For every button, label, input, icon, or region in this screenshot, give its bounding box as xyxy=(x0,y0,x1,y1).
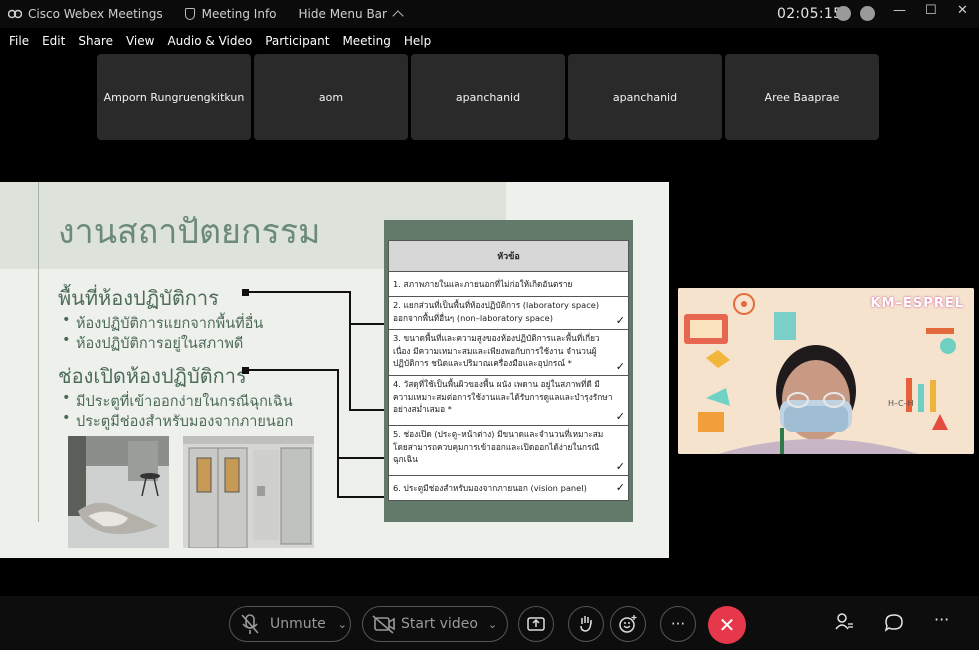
menu-meeting[interactable]: Meeting xyxy=(342,34,390,48)
menu-share[interactable]: Share xyxy=(78,34,113,48)
more-panels-icon[interactable]: ··· xyxy=(934,610,949,629)
menu-bar: File Edit Share View Audio & Video Parti… xyxy=(0,30,435,52)
menu-participant[interactable]: Participant xyxy=(265,34,329,48)
table-cell: 6. ประตูมีช่องสำหรับมองจากภายนอก (vision… xyxy=(393,483,587,493)
check-mark-icon: ✓ xyxy=(615,409,625,423)
meeting-info-label: Meeting Info xyxy=(201,7,277,21)
check-mark-icon: ✓ xyxy=(615,359,625,373)
leave-meeting-button[interactable]: ✕ xyxy=(708,606,746,644)
svg-text:H–C–H: H–C–H xyxy=(888,399,914,408)
table-row: 4. วัสดุที่ใช้เป็นพื้นผิวของพื้น ผนัง เพ… xyxy=(388,376,629,426)
video-overlay-label: KM–ESPREL xyxy=(870,296,964,311)
hand-icon xyxy=(580,616,592,632)
chevron-down-icon[interactable]: ⌄ xyxy=(338,618,347,631)
meeting-controls: Unmute ⌄ Start video ⌄ ··· ✕ ··· xyxy=(0,596,979,650)
app-title: Cisco Webex Meetings xyxy=(0,7,163,21)
meeting-clock: 02:05:15 xyxy=(777,6,843,22)
hide-menu-bar-button[interactable]: Hide Menu Bar xyxy=(298,7,404,22)
shield-icon xyxy=(184,8,195,20)
emoji-icon xyxy=(619,615,637,633)
app-name: Cisco Webex Meetings xyxy=(28,7,163,21)
check-mark-icon: ✓ xyxy=(615,313,625,327)
network-signal-icon[interactable] xyxy=(860,6,875,21)
menu-audio-video[interactable]: Audio & Video xyxy=(167,34,252,48)
menu-view[interactable]: View xyxy=(126,34,154,48)
video-background: H–C–H xyxy=(678,288,974,454)
video-off-icon xyxy=(372,615,395,634)
unmute-label: Unmute xyxy=(270,616,326,632)
check-mark-icon: ✓ xyxy=(615,481,625,494)
record-status-icon[interactable] xyxy=(836,6,851,21)
participant-tile[interactable]: apanchanid xyxy=(411,54,565,140)
table-cell: 5. ช่องเปิด (ประตู–หน้าต่าง) มีขนาดและจำ… xyxy=(393,429,604,464)
table-cell: 3. ขนาดพื้นที่และความสูงของห้องปฏิบัติกา… xyxy=(393,333,600,368)
participant-tile[interactable]: Amporn Rungruengkitkun xyxy=(97,54,251,140)
meeting-info-button[interactable]: Meeting Info xyxy=(184,7,277,21)
table-row: 6. ประตูมีช่องสำหรับมองจากภายนอก (vision… xyxy=(388,476,629,501)
check-mark-icon: ✓ xyxy=(615,459,625,473)
maximize-icon[interactable]: ☐ xyxy=(925,3,937,18)
participant-name: apanchanid xyxy=(612,90,678,104)
self-video-tile[interactable]: H–C–H KM–ESPREL xyxy=(678,288,974,454)
hide-menu-label: Hide Menu Bar xyxy=(298,7,387,21)
table-row: 2. แยกส่วนที่เป็นพื้นที่ห้องปฏิบัติการ (… xyxy=(388,297,629,330)
participant-name: Aree Baaprae xyxy=(764,90,840,104)
share-content-button[interactable] xyxy=(518,606,554,642)
participant-tile[interactable]: aom xyxy=(254,54,408,140)
shared-slide: งานสถาปัตยกรรม พื้นที่ห้องปฏิบัติการ ห้อ… xyxy=(0,182,669,558)
webex-logo-icon xyxy=(8,9,22,19)
chat-glyph xyxy=(884,614,903,632)
participant-tile[interactable]: apanchanid xyxy=(568,54,722,140)
chat-icon[interactable] xyxy=(884,612,904,636)
share-icon xyxy=(527,617,545,631)
title-bar: Cisco Webex Meetings Meeting Info Hide M… xyxy=(0,0,979,28)
participant-tile[interactable]: Aree Baaprae xyxy=(725,54,879,140)
start-video-label: Start video xyxy=(401,616,478,632)
table-row: 3. ขนาดพื้นที่และความสูงของห้องปฏิบัติกา… xyxy=(388,330,629,376)
table-cell: 2. แยกส่วนที่เป็นพื้นที่ห้องปฏิบัติการ (… xyxy=(393,300,600,323)
minimize-icon[interactable]: — xyxy=(893,3,906,18)
table-row: 5. ช่องเปิด (ประตู–หน้าต่าง) มีขนาดและจำ… xyxy=(388,426,629,476)
participants-glyph xyxy=(835,613,853,630)
participant-name: aom xyxy=(318,90,344,104)
unmute-button[interactable]: Unmute ⌄ xyxy=(229,606,351,642)
table-cell: 1. สภาพภายในและภายนอกที่ไม่ก่อให้เกิดอัน… xyxy=(393,279,573,289)
close-window-icon[interactable]: ✕ xyxy=(957,3,968,18)
menu-edit[interactable]: Edit xyxy=(42,34,65,48)
more-options-button[interactable]: ··· xyxy=(660,606,696,642)
mic-muted-icon xyxy=(241,614,259,634)
chevron-down-icon[interactable]: ⌄ xyxy=(488,618,497,631)
table-row: 1. สภาพภายในและภายนอกที่ไม่ก่อให้เกิดอัน… xyxy=(388,272,629,297)
more-icon: ··· xyxy=(670,615,686,633)
chevron-up-icon xyxy=(392,10,404,22)
table-header: หัวข้อ xyxy=(388,240,629,272)
raise-hand-button[interactable] xyxy=(568,606,604,642)
participant-name: Amporn Rungruengkitkun xyxy=(103,90,245,104)
close-icon: ✕ xyxy=(718,613,736,637)
checklist-table: หัวข้อ 1. สภาพภายในและภายนอกที่ไม่ก่อให้… xyxy=(384,220,633,522)
reactions-button[interactable] xyxy=(610,606,646,642)
table-cell: 4. วัสดุที่ใช้เป็นพื้นผิวของพื้น ผนัง เพ… xyxy=(393,379,613,414)
start-video-button[interactable]: Start video ⌄ xyxy=(362,606,508,642)
participants-icon[interactable] xyxy=(834,612,854,636)
menu-file[interactable]: File xyxy=(9,34,29,48)
participant-name: apanchanid xyxy=(455,90,521,104)
menu-help[interactable]: Help xyxy=(404,34,431,48)
